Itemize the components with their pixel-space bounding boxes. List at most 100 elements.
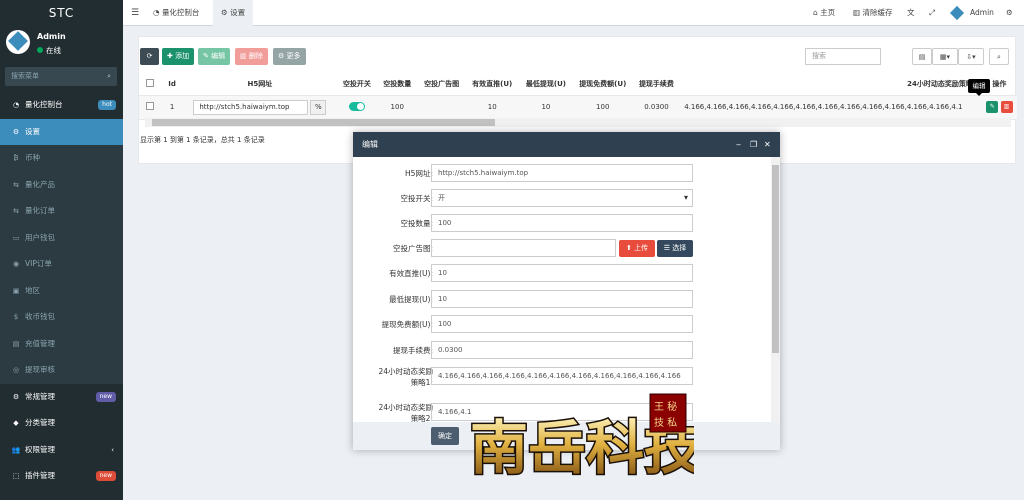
field-label: 有效直推(U): — [389, 269, 433, 278]
columns-icon[interactable]: ▦▾ — [932, 48, 958, 65]
home-link[interactable]: ⌂ 主页 — [813, 0, 835, 26]
pencil-icon: ✎ — [203, 52, 212, 60]
col-direct[interactable]: 有效直推(U) — [465, 73, 520, 96]
delete-row-icon[interactable]: ▥ — [1000, 101, 1013, 113]
plus-icon: ✚ — [167, 52, 176, 60]
sidebar-item-vip[interactable]: ◉ VIP订单 — [0, 251, 123, 278]
edit-tooltip: 编辑 — [968, 79, 990, 96]
choose-button[interactable]: ☰ 选择 — [657, 240, 693, 257]
tab-settings[interactable]: ⚙ 设置 — [213, 0, 254, 26]
table-row[interactable]: 1 http://stch5.haiwaiym.top% 100 10 10 1… — [139, 95, 1017, 120]
modal-title: 编辑 — [362, 140, 378, 149]
scrollbar-thumb[interactable] — [772, 165, 779, 353]
maximize-icon[interactable]: ❐ — [750, 132, 757, 157]
col-fee[interactable]: 提现手续费 — [632, 73, 681, 96]
menu-toggle-icon[interactable]: ☰ — [131, 0, 139, 26]
search-icon[interactable]: ⌕ — [989, 48, 1009, 65]
close-icon[interactable]: ✕ — [764, 132, 771, 157]
app-logo[interactable]: STC — [0, 0, 123, 26]
ok-button[interactable]: 确定 — [431, 427, 459, 445]
strategy1-field[interactable]: 4.166,4.166,4.166,4.166,4.166,4.166,4.16… — [431, 367, 693, 385]
url-input[interactable]: http://stch5.haiwaiym.top — [193, 99, 309, 115]
cogs-icon: ⚙ — [12, 392, 20, 401]
user-name: Admin — [37, 32, 66, 41]
translate-icon[interactable]: 文 — [907, 0, 915, 26]
table-horizontal-scrollbar[interactable] — [145, 118, 1011, 127]
refresh-button[interactable]: ⟳ — [140, 48, 159, 65]
edit-button[interactable]: ✎ 编辑 — [198, 48, 231, 65]
sidebar-item-orders[interactable]: ⇆ 量化订单 — [0, 198, 123, 225]
sidebar-item-recharge[interactable]: ▤ 充值管理 — [0, 330, 123, 357]
sidebar-item-general[interactable]: ⚙ 常规管理 new — [0, 384, 123, 411]
toggle-view-icon[interactable]: ▤ — [912, 48, 932, 65]
sidebar-item-coins[interactable]: ₿ 币种 — [0, 145, 123, 172]
col-id[interactable]: Id — [161, 73, 183, 96]
col-min-withdraw[interactable]: 最低提现(U) — [519, 73, 573, 96]
delete-button[interactable]: ▥ 删除 — [235, 48, 268, 65]
col-url[interactable]: H5网址 — [182, 73, 338, 96]
url-field[interactable]: http://stch5.haiwaiym.top — [431, 164, 693, 182]
min-withdraw-field[interactable]: 10 — [431, 290, 693, 308]
avatar[interactable] — [949, 0, 965, 26]
col-airdrop-image[interactable]: 空投广告图 — [417, 73, 466, 96]
field-label: 提现手续费: — [392, 346, 433, 355]
airdrop-image-field[interactable] — [431, 239, 616, 257]
cell-min-withdraw: 10 — [519, 95, 573, 120]
category-icon: ◆ — [13, 419, 19, 427]
sidebar-item-withdraw[interactable]: ◎ 提现审核 — [0, 357, 123, 384]
new-badge: new — [95, 471, 116, 481]
top-navbar: ☰ ◔ 量化控制台 ⚙ 设置 ⌂ 主页 ▥ 清除缓存 文 ⤢ Admin ⚙ — [123, 0, 1024, 26]
airdrop-toggle[interactable] — [348, 101, 365, 111]
avatar — [6, 30, 30, 54]
col-free-quota[interactable]: 提现免费额(U) — [572, 73, 633, 96]
edit-row-icon[interactable]: ✎ — [986, 101, 999, 113]
add-button[interactable]: ✚ 添加 — [162, 48, 195, 65]
region-icon: ▣ — [12, 286, 20, 295]
withdraw-icon: ◎ — [12, 366, 20, 374]
cell-id: 1 — [161, 95, 183, 120]
sidebar: STC Admin 在线 搜索菜单 ⌕ ◔ 量化控制台 hot ⚙ 设置 ₿ 币种 ⇆ 量化… — [0, 0, 123, 500]
sidebar-item-settings[interactable]: ⚙ 设置 — [0, 118, 123, 145]
settings-gear-icon[interactable]: ⚙ — [1006, 0, 1013, 26]
direct-field[interactable]: 10 — [431, 264, 693, 282]
more-button[interactable]: ⚙ 更多 — [273, 48, 306, 65]
scrollbar-thumb[interactable] — [152, 119, 495, 126]
sidebar-item-region[interactable]: ▣ 地区 — [0, 277, 123, 304]
sidebar-item-wallet[interactable]: ▭ 用户钱包 — [0, 224, 123, 251]
admin-menu[interactable]: Admin — [970, 0, 994, 26]
sidebar-item-dashboard[interactable]: ◔ 量化控制台 hot — [0, 92, 123, 119]
sidebar-search-input[interactable]: 搜索菜单 ⌕ — [5, 67, 117, 86]
list-icon: ☰ — [663, 244, 673, 252]
fee-field[interactable]: 0.0300 — [431, 341, 693, 359]
modal-scrollbar[interactable] — [771, 157, 780, 422]
dashboard-icon: ◔ — [153, 8, 162, 17]
col-airdrop-switch[interactable]: 空投开关 — [337, 73, 377, 96]
sidebar-item-category[interactable]: ◆ 分类管理 — [0, 410, 123, 437]
row-checkbox[interactable] — [139, 95, 162, 120]
export-icon[interactable]: ⇩▾ — [958, 48, 984, 65]
bitcoin-icon: ₿ — [13, 154, 19, 162]
upload-button[interactable]: ⬆ 上传 — [619, 240, 655, 257]
arrows-icon: ⇆ — [13, 207, 19, 215]
sidebar-item-products[interactable]: ⇆ 量化产品 — [0, 171, 123, 198]
field-label: 提现免费额(U): — [381, 320, 433, 329]
sidebar-item-permissions[interactable]: 👥 权限管理 ‹ — [0, 437, 123, 464]
clear-cache-button[interactable]: ▥ 清除缓存 — [853, 0, 892, 26]
table-search-input[interactable]: 搜索 — [805, 48, 881, 65]
col-strategy1[interactable]: 24小时动态奖励策略1 — [680, 73, 982, 96]
modal-header: 编辑 ‒ ❐ ✕ — [353, 132, 780, 157]
link-icon[interactable]: % — [310, 99, 327, 115]
online-dot-icon — [37, 47, 43, 53]
fullscreen-icon[interactable]: ⤢ — [929, 0, 935, 26]
select-all-checkbox[interactable] — [139, 73, 162, 96]
airdrop-count-field[interactable]: 100 — [431, 214, 693, 232]
refresh-icon: ⟳ — [146, 52, 153, 60]
sidebar-item-plugins[interactable]: ⬚ 插件管理 new — [0, 463, 123, 490]
airdrop-switch-select[interactable]: 开 — [431, 189, 693, 207]
col-airdrop-count[interactable]: 空投数量 — [376, 73, 418, 96]
free-quota-field[interactable]: 100 — [431, 315, 693, 333]
sidebar-item-receive-wallet[interactable]: $ 收币钱包 — [0, 304, 123, 331]
tab-dashboard[interactable]: ◔ 量化控制台 — [153, 0, 199, 26]
arrows-icon: ⇆ — [13, 180, 19, 189]
minimize-icon[interactable]: ‒ — [736, 132, 741, 157]
